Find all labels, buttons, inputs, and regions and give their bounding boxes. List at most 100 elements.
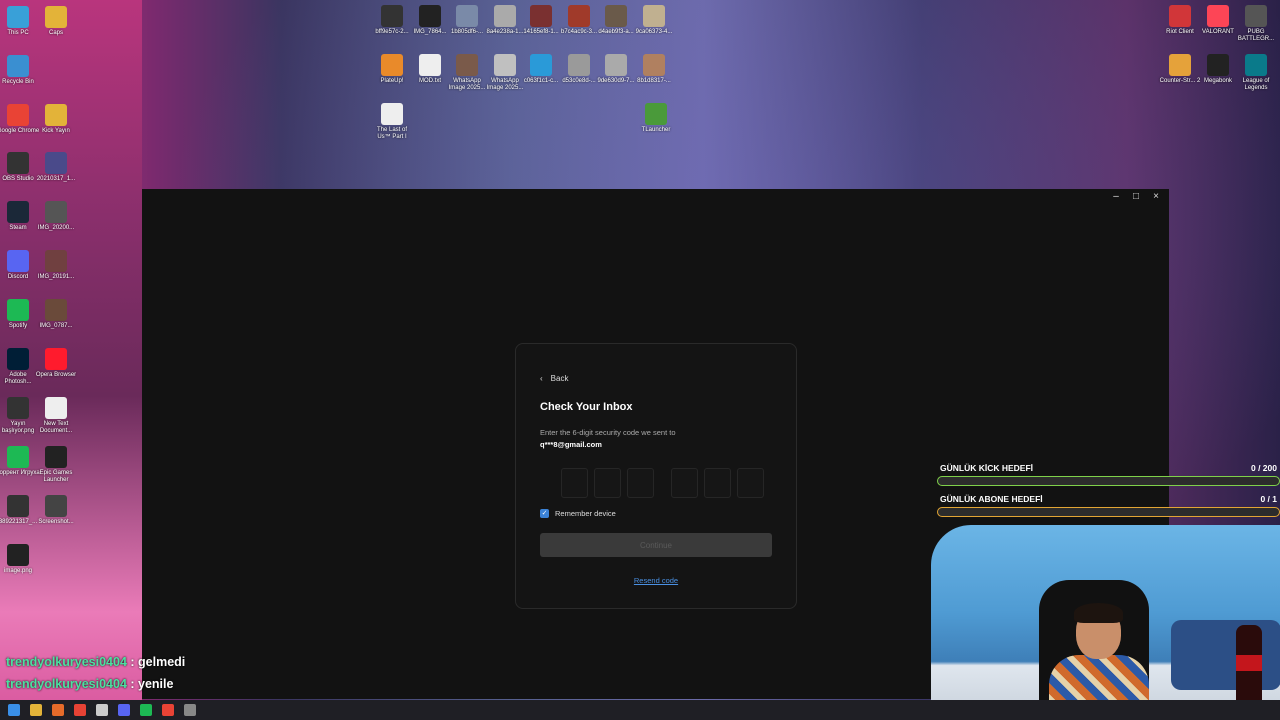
riot-icon — [1169, 5, 1191, 27]
image-icon — [530, 54, 552, 76]
streamer-hair — [1074, 603, 1123, 623]
image-icon — [45, 299, 67, 321]
image-icon — [568, 5, 590, 27]
kick-goal-count: 0 / 200 — [1251, 463, 1277, 473]
desktop-icon-label: PUBG BATTLEGR... — [1237, 29, 1275, 42]
chrome-icon — [7, 104, 29, 126]
desktop-icon[interactable]: The Last of Us™ Part I — [370, 103, 414, 141]
chat-message: trendyolkuryesi0404 : yenile — [6, 677, 174, 691]
folder-icon — [45, 6, 67, 28]
subscriber-goal-count: 0 / 1 — [1260, 494, 1277, 504]
desktop-icon[interactable]: IMG_20191... — [34, 250, 78, 281]
chrome-icon[interactable] — [162, 704, 174, 716]
desktop-icon[interactable]: 8b1d8317-... — [632, 54, 676, 85]
desktop-icon-label: Screenshot... — [38, 519, 74, 525]
desktop-icon-label: League of Legends — [1242, 78, 1270, 91]
desktop-icon-label: IMG_20191... — [37, 274, 75, 280]
image-icon — [7, 397, 29, 419]
desktop-icon-label: Opera Browser — [35, 372, 77, 378]
desktop-icon[interactable]: TLauncher — [634, 103, 678, 134]
continue-button[interactable]: Continue — [540, 533, 772, 557]
image-icon — [530, 5, 552, 27]
discord-icon — [7, 250, 29, 272]
desktop-icon[interactable]: IMG_20200... — [34, 201, 78, 232]
photoshop-icon — [7, 348, 29, 370]
chat-username: trendyolkuryesi0404 — [6, 655, 127, 669]
image-icon — [568, 54, 590, 76]
kick-goal: GÜNLÜK KİCK HEDEFİ 0 / 200 — [937, 463, 1280, 486]
desktop-icon[interactable]: image.png — [0, 544, 40, 575]
image-icon — [45, 152, 67, 174]
image-icon — [605, 5, 627, 27]
desktop-icon[interactable]: Caps — [34, 6, 78, 37]
desktop-icon-label: Recycle Bin — [2, 79, 34, 85]
desktop-icon[interactable]: Opera Browser — [34, 348, 78, 379]
file-explorer-icon[interactable] — [30, 704, 42, 716]
image-icon — [419, 5, 441, 27]
minecraft-icon — [645, 103, 667, 125]
spotify-icon[interactable] — [140, 704, 152, 716]
recycle-bin-icon — [7, 55, 29, 77]
chat-text: gelmedi — [138, 655, 186, 669]
chat-text: yenile — [138, 677, 174, 691]
code-digit-2[interactable] — [594, 468, 621, 498]
text-file-icon — [381, 103, 403, 125]
kick-goal-label: GÜNLÜK KİCK HEDEFİ — [940, 463, 1034, 473]
desktop-icon[interactable]: IMG_0787... — [34, 299, 78, 330]
image-icon — [381, 5, 403, 27]
image-icon — [7, 544, 29, 566]
cs2-icon — [1169, 54, 1191, 76]
image-icon — [7, 495, 29, 517]
opera-icon — [45, 348, 67, 370]
app-icon[interactable] — [184, 704, 196, 716]
desktop-icon-label: 9ca06373-4... — [635, 29, 673, 35]
minimize-button[interactable]: – — [1109, 191, 1123, 202]
chrome-icon[interactable] — [74, 704, 86, 716]
desktop-icon[interactable]: New Text Document... — [34, 397, 78, 435]
code-digit-4[interactable] — [671, 468, 698, 498]
desktop-icon[interactable]: 9ca06373-4... — [632, 5, 676, 36]
stream-chat: trendyolkuryesi0404 : gelmedi trendyolku… — [6, 655, 185, 699]
desktop-icon-label: IMG_0787... — [39, 323, 73, 329]
resend-code-link[interactable]: Resend code — [516, 576, 796, 585]
dialog-description: Enter the 6-digit security code we sent … — [540, 427, 780, 451]
valorant-icon — [1207, 5, 1229, 27]
remember-device-checkbox[interactable]: ✓ Remember device — [540, 509, 616, 518]
chat-message: trendyolkuryesi0404 : gelmedi — [6, 655, 186, 669]
desktop-icon[interactable]: 20210317_1... — [34, 152, 78, 183]
text-file-icon — [419, 54, 441, 76]
code-digit-6[interactable] — [737, 468, 764, 498]
code-digit-5[interactable] — [704, 468, 731, 498]
desktop-icon[interactable]: PUBG BATTLEGR... — [1234, 5, 1278, 43]
couch — [1171, 620, 1280, 690]
checkmark-icon: ✓ — [540, 509, 549, 518]
back-button[interactable]: ‹ Back — [540, 374, 568, 383]
firefox-icon[interactable] — [52, 704, 64, 716]
torrent-icon — [7, 446, 29, 468]
desktop-icon-label: IMG_20200... — [37, 225, 75, 231]
chat-username: trendyolkuryesi0404 — [6, 677, 127, 691]
desktop-icon-label: TLauncher — [641, 127, 671, 133]
dialog-title: Check Your Inbox — [540, 401, 633, 413]
desktop-icon[interactable]: Kick Yayın — [34, 104, 78, 135]
description-text: Enter the 6-digit security code we sent … — [540, 428, 676, 437]
desktop-icon[interactable]: Recycle Bin — [0, 55, 40, 86]
desktop-icon[interactable]: League of Legends — [1234, 54, 1278, 92]
desktop-icon[interactable]: Screenshot... — [34, 495, 78, 526]
code-digit-1[interactable] — [561, 468, 588, 498]
steam-icon[interactable] — [96, 704, 108, 716]
desktop-icon-label: image.png — [3, 568, 33, 574]
league-icon — [1245, 54, 1267, 76]
discord-icon[interactable] — [118, 704, 130, 716]
cola-bottle — [1236, 625, 1262, 705]
verification-dialog: ‹ Back Check Your Inbox Enter the 6-digi… — [515, 343, 797, 609]
maximize-button[interactable]: □ — [1129, 191, 1143, 202]
desktop-icon[interactable]: Epic Games Launcher — [34, 446, 78, 484]
text-file-icon — [45, 397, 67, 419]
desktop-icon-label: Kick Yayın — [42, 128, 70, 134]
code-digit-3[interactable] — [627, 468, 654, 498]
close-button[interactable]: × — [1149, 191, 1163, 202]
stream-goals: GÜNLÜK KİCK HEDEFİ 0 / 200 GÜNLÜK ABONE … — [937, 463, 1280, 525]
start-icon[interactable] — [8, 704, 20, 716]
image-icon — [456, 54, 478, 76]
